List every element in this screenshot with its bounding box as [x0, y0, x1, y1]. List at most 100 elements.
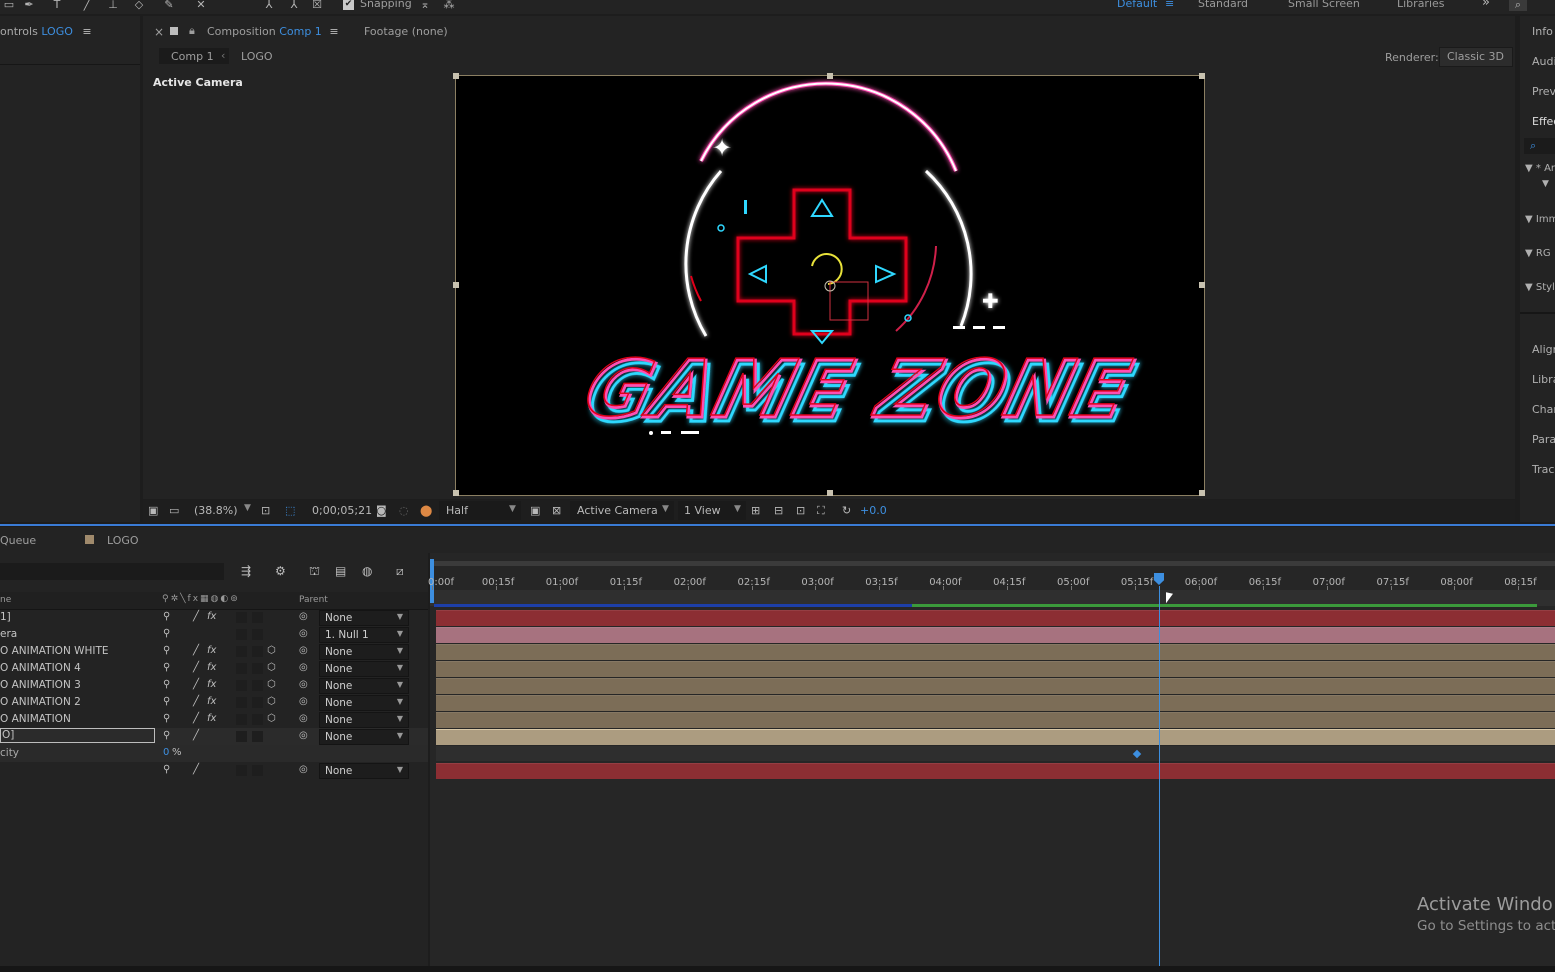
composition-canvas[interactable]: ✦ ✚ GAME ZONE GAME ZONE GAME ZONE: [453, 73, 1205, 496]
switch-box[interactable]: [236, 646, 247, 657]
layer-name[interactable]: O ANIMATION 3: [0, 679, 81, 691]
switch-box[interactable]: [252, 714, 263, 725]
effects-group-immersive[interactable]: Imm: [1536, 214, 1555, 225]
switch-box[interactable]: [236, 731, 247, 742]
opacity-value[interactable]: 0: [163, 747, 169, 758]
snap-grid-icon[interactable]: ⁂: [442, 0, 456, 11]
info-panel-tab[interactable]: Info: [1532, 25, 1553, 38]
switch-box[interactable]: [252, 731, 263, 742]
motion-blur-icon[interactable]: ◍: [362, 564, 372, 578]
fast-preview-icon[interactable]: ⊟: [774, 504, 783, 517]
transform-handle-bc[interactable]: [827, 490, 833, 496]
graph-editor-icon[interactable]: ⧄: [396, 564, 404, 579]
switch-box[interactable]: [236, 612, 247, 623]
layer-name[interactable]: O ANIMATION: [0, 713, 71, 725]
pick-whip-icon[interactable]: ◎: [299, 611, 308, 622]
flowchart-icon[interactable]: ⛶: [817, 504, 825, 518]
switch-box[interactable]: [236, 714, 247, 725]
quality-switch-icon[interactable]: ╱: [193, 645, 199, 656]
3d-layer-icon[interactable]: ⬡: [267, 662, 276, 673]
brush-tool-icon[interactable]: ╱: [80, 0, 94, 11]
pick-whip-icon[interactable]: ◎: [299, 764, 308, 775]
type-tool-icon[interactable]: T: [50, 0, 64, 11]
character-panel-tab[interactable]: Char: [1532, 403, 1555, 416]
3d-layer-icon[interactable]: ⬡: [267, 713, 276, 724]
quality-switch-icon[interactable]: ╱: [193, 611, 199, 622]
effects-group-stylize[interactable]: Styl: [1536, 282, 1555, 293]
breadcrumb-comp1[interactable]: Comp 1: [171, 50, 214, 63]
timecode[interactable]: 0;00;05;21: [312, 504, 372, 517]
layer-name[interactable]: O ANIMATION 4: [0, 662, 81, 674]
rectangle-tool-icon[interactable]: ▭: [2, 0, 16, 11]
comp-mini-flowchart-icon[interactable]: ⇶: [241, 564, 251, 578]
always-preview-icon[interactable]: ▣: [148, 504, 158, 517]
pick-whip-icon[interactable]: ◎: [299, 713, 308, 724]
comp-panel-menu-icon[interactable]: ≡: [329, 25, 338, 38]
opacity-property-row[interactable]: city 0%: [0, 745, 428, 762]
roto-brush-icon[interactable]: ✎: [162, 0, 176, 11]
parent-dropdown[interactable]: None ▼: [319, 763, 409, 779]
pixel-aspect-icon[interactable]: ⊞: [751, 504, 760, 517]
parent-dropdown[interactable]: None ▼: [319, 729, 409, 745]
lock-icon[interactable]: 🔒︎: [189, 24, 195, 38]
libraries-panel-tab[interactable]: Libra: [1532, 373, 1555, 386]
audio-panel-tab[interactable]: Audi: [1532, 55, 1555, 68]
effects-search-input[interactable]: ⌕: [1524, 138, 1555, 154]
exposure-value[interactable]: +0.0: [860, 504, 887, 517]
workspace-menu-icon[interactable]: ≡: [1165, 0, 1174, 10]
effects-switch-icon[interactable]: fx: [207, 645, 216, 656]
parent-dropdown[interactable]: 1. Null 1 ▼: [319, 627, 409, 643]
layer-duration-bar[interactable]: [436, 610, 1555, 626]
tracker-panel-tab[interactable]: Track: [1532, 463, 1555, 476]
parent-dropdown[interactable]: None ▼: [319, 610, 409, 626]
layer-name[interactable]: O ANIMATION 2: [0, 696, 81, 708]
layer-name-column[interactable]: ne: [0, 595, 11, 605]
align-panel-tab[interactable]: Align: [1532, 343, 1555, 356]
transform-handle-mr[interactable]: [1199, 282, 1205, 288]
color-channel-icon[interactable]: ⬤: [420, 504, 432, 517]
layer-duration-bar[interactable]: [436, 712, 1555, 728]
switch-box[interactable]: [236, 697, 247, 708]
effects-switch-icon[interactable]: fx: [207, 696, 216, 707]
effects-switch-icon[interactable]: fx: [207, 713, 216, 724]
layer-duration-bar[interactable]: [436, 661, 1555, 677]
switch-box[interactable]: [252, 697, 263, 708]
footage-tab[interactable]: Footage (none): [364, 25, 448, 38]
parent-column[interactable]: Parent: [299, 595, 328, 605]
layer-row[interactable]: O ANIMATION ⚲ ╱ fx ⬡ ◎ None ▼: [0, 711, 428, 728]
logo-timeline-tab[interactable]: LOGO: [107, 534, 139, 547]
timeline-toggle-icon[interactable]: ⊡: [796, 504, 805, 517]
layer-search-input[interactable]: [0, 563, 224, 580]
shy-switch-icon[interactable]: ⚲: [163, 645, 170, 656]
layer-row[interactable]: O] ⚲ ╱ ◎ None ▼: [0, 728, 428, 745]
search-help-icon[interactable]: ⌕: [1509, 0, 1527, 11]
disclosure-icon[interactable]: ▼: [1542, 179, 1549, 189]
workspace-libraries[interactable]: Libraries: [1397, 0, 1445, 10]
effects-panel-tab[interactable]: Effec: [1532, 115, 1555, 128]
layer-duration-bar[interactable]: [436, 729, 1555, 745]
work-area-bar[interactable]: [430, 561, 1555, 566]
3d-layer-icon[interactable]: ⬡: [267, 679, 276, 690]
switch-box[interactable]: [252, 663, 263, 674]
layer-row[interactable]: O ANIMATION 2 ⚲ ╱ fx ⬡ ◎ None ▼: [0, 694, 428, 711]
view-dropdown[interactable]: Active Camera ▼: [570, 501, 674, 520]
zoom-dropdown-icon[interactable]: ▼: [244, 503, 251, 513]
puppet-tool-icon[interactable]: ✕: [194, 0, 208, 11]
switch-box[interactable]: [236, 663, 247, 674]
effects-group-animation[interactable]: Ar: [1544, 163, 1555, 174]
parent-dropdown[interactable]: None ▼: [319, 695, 409, 711]
layer-name[interactable]: era: [0, 628, 17, 640]
layer-row[interactable]: O ANIMATION 4 ⚲ ╱ fx ⬡ ◎ None ▼: [0, 660, 428, 677]
axis-local-icon[interactable]: ⅄: [262, 0, 276, 11]
shy-layers-icon[interactable]: ⛫: [309, 564, 320, 580]
pick-whip-icon[interactable]: ◎: [299, 645, 308, 656]
effects-switch-icon[interactable]: fx: [207, 679, 216, 690]
snapshot-icon[interactable]: ◙: [376, 504, 387, 517]
effects-switch-icon[interactable]: fx: [207, 611, 216, 622]
composition-tab-label[interactable]: Composition: [207, 25, 276, 38]
shy-switch-icon[interactable]: ⚲: [163, 679, 170, 690]
layer-duration-bar[interactable]: [436, 644, 1555, 660]
snap-option-icon[interactable]: ⌅: [418, 0, 432, 11]
shy-switch-icon[interactable]: ⚲: [163, 764, 170, 775]
shy-switch-icon[interactable]: ⚲: [163, 730, 170, 741]
